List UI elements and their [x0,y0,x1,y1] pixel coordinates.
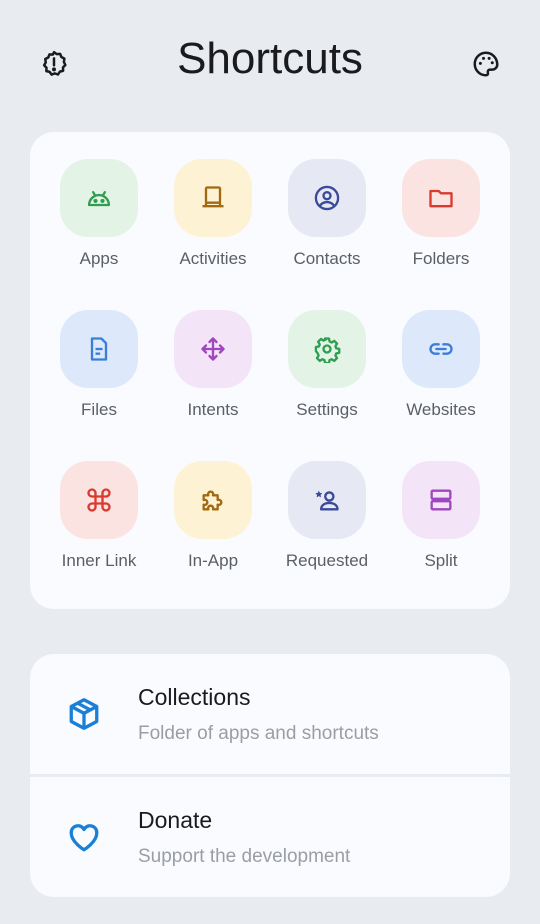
tile-label: Websites [406,400,476,419]
list-item-title: Collections [138,684,251,710]
list-item-collections[interactable]: Collections Folder of apps and shortcuts [30,654,510,774]
tile-icon-bg [174,461,252,539]
tile-settings[interactable]: Settings [270,310,384,420]
tile-intents[interactable]: Intents [156,310,270,420]
tile-label: Folders [412,249,470,268]
shortcut-type-grid: Apps Activities Contacts Folders Files I… [30,132,510,609]
tile-inner-link[interactable]: Inner Link [42,461,156,571]
file-icon [90,337,108,361]
tile-requested[interactable]: Requested [270,461,384,571]
list-item-subtitle: Support the development [138,846,351,867]
tile-icon-bg [402,159,480,237]
activity-icon [202,186,224,208]
tile-icon-bg [174,310,252,388]
list-item-subtitle: Folder of apps and shortcuts [138,723,379,744]
list-item-icon [64,817,104,857]
puzzle-icon [202,490,223,511]
list-item-icon [64,694,104,734]
gear-icon [314,337,341,363]
tile-label: Contacts [293,249,361,268]
tile-label: Requested [285,551,369,570]
tile-icon-bg [402,461,480,539]
tile-label: Apps [79,249,119,268]
page-title: Shortcuts [177,34,363,83]
tile-icon-bg [174,159,252,237]
tile-label: Settings [296,400,358,419]
tile-apps[interactable]: Apps [42,159,156,269]
box-icon [69,698,99,730]
tile-label: Split [424,551,458,570]
palette-icon [473,51,499,77]
list-item-title: Donate [138,807,213,833]
theme-button[interactable] [464,42,508,86]
link-icon [429,343,453,355]
android-icon [87,191,111,207]
tile-folders[interactable]: Folders [384,159,498,269]
tile-label: Files [81,400,117,419]
tile-label: Inner Link [61,551,137,570]
tile-icon-bg [402,310,480,388]
tile-split[interactable]: Split [384,461,498,571]
tile-icon-bg [60,461,138,539]
tile-files[interactable]: Files [42,310,156,420]
list-item-donate[interactable]: Donate Support the development [30,777,510,897]
tile-icon-bg [288,461,366,539]
actions-list: Collections Folder of apps and shortcuts… [30,654,510,897]
tile-icon-bg [288,159,366,237]
tile-label: Intents [187,400,239,419]
app-header: Shortcuts [0,0,540,124]
command-icon [87,488,111,512]
tile-icon-bg [60,310,138,388]
tile-websites[interactable]: Websites [384,310,498,420]
tile-label: Activities [179,249,247,268]
tile-activities[interactable]: Activities [156,159,270,269]
folder-icon [429,189,453,208]
tile-in-app[interactable]: In-App [156,461,270,571]
tile-label: In-App [187,551,239,570]
contact-icon [314,185,340,211]
heart-icon [69,824,99,852]
tile-icon-bg [60,159,138,237]
person-star-icon [315,490,339,511]
tile-icon-bg [288,310,366,388]
tile-contacts[interactable]: Contacts [270,159,384,269]
split-icon [430,489,452,511]
move-arrows-icon [201,337,225,361]
